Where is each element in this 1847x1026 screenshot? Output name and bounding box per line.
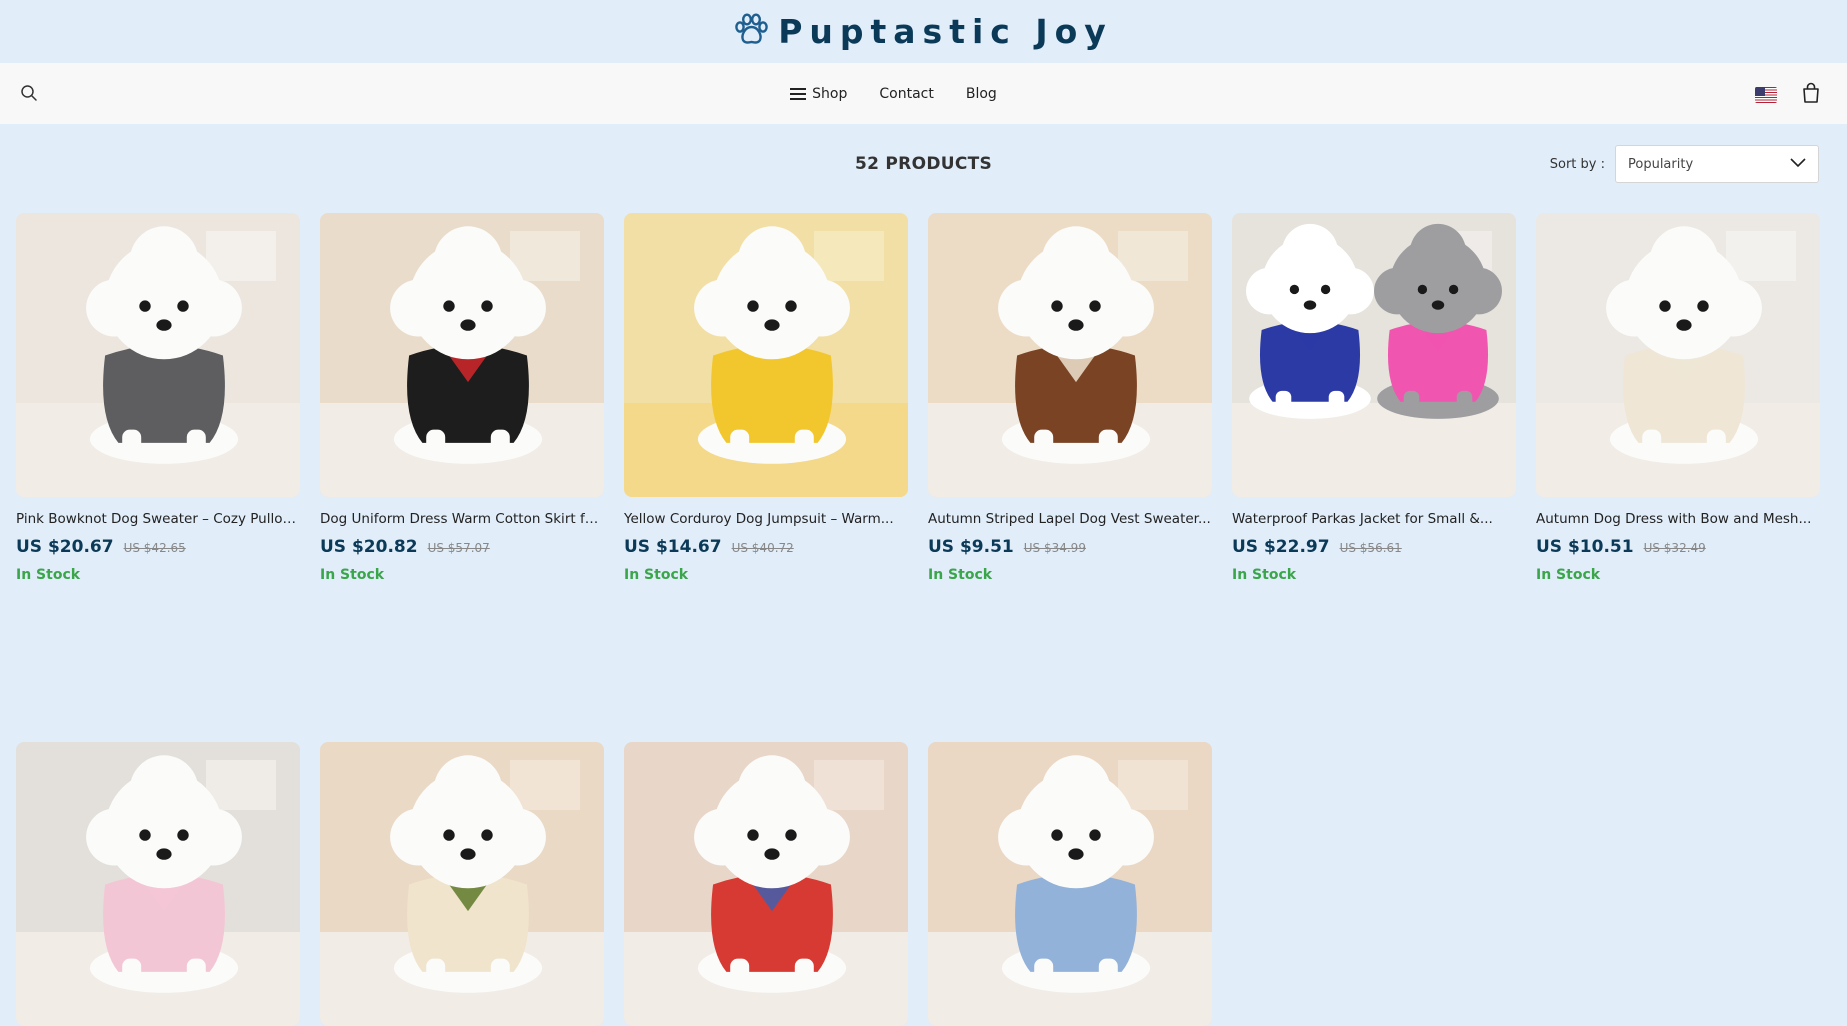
product-image[interactable] bbox=[1536, 213, 1820, 497]
product-card[interactable] bbox=[16, 742, 300, 1026]
product-card[interactable] bbox=[624, 742, 908, 1026]
product-title[interactable]: Waterproof Parkas Jacket for Small &... bbox=[1232, 511, 1516, 527]
paw-icon bbox=[734, 12, 769, 51]
sort-label: Sort by : bbox=[1549, 156, 1605, 172]
product-title[interactable]: Autumn Dog Dress with Bow and Mesh... bbox=[1536, 511, 1820, 527]
product-price: US $20.67 bbox=[16, 537, 114, 557]
nav-contact-label: Contact bbox=[879, 85, 934, 102]
sort-value: Popularity bbox=[1628, 156, 1694, 172]
product-title[interactable]: Dog Uniform Dress Warm Cotton Skirt for.… bbox=[320, 511, 604, 527]
price-row: US $14.67 US $40.72 bbox=[624, 537, 908, 557]
product-old-price: US $42.65 bbox=[123, 541, 186, 555]
product-old-price: US $40.72 bbox=[731, 541, 794, 555]
product-card[interactable]: Autumn Dog Dress with Bow and Mesh... US… bbox=[1536, 213, 1820, 583]
stock-status: In Stock bbox=[1536, 567, 1601, 583]
product-old-price: US $32.49 bbox=[1643, 541, 1706, 555]
product-image[interactable] bbox=[16, 742, 300, 1026]
product-card[interactable]: Yellow Corduroy Dog Jumpsuit – Warm... U… bbox=[624, 213, 908, 583]
product-image[interactable] bbox=[16, 213, 300, 497]
price-row: US $20.82 US $57.07 bbox=[320, 537, 604, 557]
price-row: US $9.51 US $34.99 bbox=[928, 537, 1212, 557]
listing-toolbar: 52 PRODUCTS Sort by : Popularity bbox=[0, 124, 1847, 206]
nav-blog[interactable]: Blog bbox=[966, 86, 997, 102]
stock-status: In Stock bbox=[16, 567, 81, 583]
product-card[interactable]: Pink Bowknot Dog Sweater – Cozy Pullov..… bbox=[16, 213, 300, 583]
product-price: US $10.51 bbox=[1536, 537, 1634, 557]
price-row: US $22.97 US $56.61 bbox=[1232, 537, 1516, 557]
product-title[interactable]: Pink Bowknot Dog Sweater – Cozy Pullov..… bbox=[16, 511, 300, 527]
nav-blog-label: Blog bbox=[965, 85, 997, 102]
product-card[interactable] bbox=[320, 742, 604, 1026]
product-image[interactable] bbox=[624, 742, 908, 1026]
product-title[interactable]: Autumn Striped Lapel Dog Vest Sweater... bbox=[928, 511, 1212, 527]
stock-status: In Stock bbox=[1232, 567, 1297, 583]
logo-bar: Puptastic Joy bbox=[0, 0, 1847, 63]
product-image[interactable] bbox=[928, 742, 1212, 1026]
shopping-bag-icon[interactable] bbox=[1801, 82, 1821, 108]
brand-logo[interactable]: Puptastic Joy bbox=[734, 12, 1113, 51]
product-price: US $14.67 bbox=[624, 537, 722, 557]
product-image[interactable] bbox=[928, 213, 1212, 497]
product-card[interactable]: Autumn Striped Lapel Dog Vest Sweater...… bbox=[928, 213, 1212, 583]
stock-status: In Stock bbox=[928, 567, 993, 583]
product-old-price: US $57.07 bbox=[427, 541, 490, 555]
main-nav: Shop Contact Blog bbox=[0, 63, 1847, 124]
price-row: US $20.67 US $42.65 bbox=[16, 537, 300, 557]
product-old-price: US $34.99 bbox=[1023, 541, 1086, 555]
chevron-down-icon bbox=[1790, 157, 1806, 172]
sort-control: Sort by : Popularity bbox=[1550, 145, 1819, 183]
brand-name: Puptastic Joy bbox=[778, 12, 1113, 51]
nav-shop-label: Shop bbox=[812, 85, 848, 102]
product-card[interactable]: Dog Uniform Dress Warm Cotton Skirt for.… bbox=[320, 213, 604, 583]
nav-shop[interactable]: Shop bbox=[790, 86, 847, 102]
product-price: US $22.97 bbox=[1232, 537, 1330, 557]
product-price: US $9.51 bbox=[928, 537, 1014, 557]
product-old-price: US $56.61 bbox=[1339, 541, 1402, 555]
stock-status: In Stock bbox=[320, 567, 385, 583]
product-grid: Pink Bowknot Dog Sweater – Cozy Pullov..… bbox=[16, 213, 1820, 1026]
product-price: US $20.82 bbox=[320, 537, 418, 557]
menu-icon bbox=[790, 87, 807, 100]
nav-contact[interactable]: Contact bbox=[879, 86, 933, 102]
product-card[interactable]: Waterproof Parkas Jacket for Small &... … bbox=[1232, 213, 1516, 583]
price-row: US $10.51 US $32.49 bbox=[1536, 537, 1820, 557]
product-image[interactable] bbox=[320, 213, 604, 497]
product-card[interactable] bbox=[928, 742, 1212, 1026]
sort-select[interactable]: Popularity bbox=[1615, 145, 1819, 183]
product-image[interactable] bbox=[624, 213, 908, 497]
us-flag-icon[interactable] bbox=[1755, 87, 1777, 103]
stock-status: In Stock bbox=[624, 567, 689, 583]
product-image[interactable] bbox=[320, 742, 604, 1026]
product-image[interactable] bbox=[1232, 213, 1516, 497]
product-title[interactable]: Yellow Corduroy Dog Jumpsuit – Warm... bbox=[624, 511, 908, 527]
